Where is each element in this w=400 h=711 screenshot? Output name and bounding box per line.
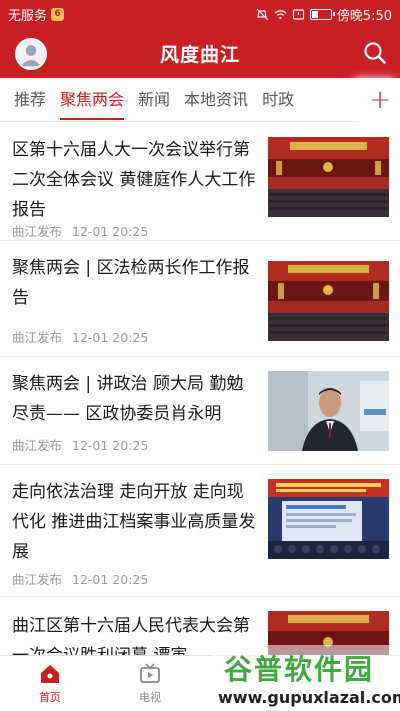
- tab-focus-two-sessions[interactable]: 聚焦两会: [60, 78, 125, 122]
- conference-hall-photo: [268, 137, 389, 217]
- news-time: 12-01 20:25: [72, 438, 149, 453]
- news-title: 区第十六届人大一次会议举行第二次全体会议 黄健庭作人大工作报告: [12, 140, 256, 220]
- tab-recommend[interactable]: 推荐: [14, 78, 46, 122]
- status-right: 傍晚5:50: [256, 5, 392, 24]
- news-item[interactable]: 聚焦两会 | 区法检两长作工作报告 曲江发布 12-01 20:25: [0, 241, 400, 357]
- status-bar: 无服务 6 傍晚5:50: [0, 0, 400, 28]
- bottom-nav: 首页 电视: [0, 655, 400, 711]
- news-title: 聚焦两会 | 讲政治 顾大局 勤勉尽责—— 区政协委员肖永明: [12, 374, 244, 424]
- news-title: 走向依法治理 走向开放 走向现代化 推进曲江档案事业高质量发展: [12, 482, 256, 562]
- tab-news[interactable]: 新闻: [138, 78, 170, 122]
- tab-politics[interactable]: 时政: [262, 78, 294, 122]
- status-left: 无服务 6: [8, 5, 65, 24]
- news-time: 12-01 20:25: [72, 224, 149, 239]
- news-source: 曲江发布: [12, 572, 63, 587]
- nav-home-label: 首页: [39, 691, 61, 704]
- news-meta: 曲江发布 12-01 20:25: [12, 327, 148, 346]
- battery-icon: [309, 8, 335, 20]
- conference-hall-photo: [268, 261, 389, 341]
- news-title: 聚焦两会 | 区法检两长作工作报告: [12, 258, 250, 308]
- tab-local-info[interactable]: 本地资讯: [184, 78, 248, 122]
- news-meta: 曲江发布 12-01 20:25: [12, 435, 148, 454]
- nav-home[interactable]: 首页: [0, 656, 100, 711]
- user-avatar-icon[interactable]: [15, 38, 47, 70]
- news-item[interactable]: 区第十六届人大一次会议举行第二次全体会议 黄健庭作人大工作报告 曲江发布 12-0…: [0, 123, 400, 241]
- news-item[interactable]: 曲江区第十六届人民代表大会第一次会议胜利闭幕 谭寅: [0, 597, 400, 655]
- news-item[interactable]: 聚焦两会 | 讲政治 顾大局 勤勉尽责—— 区政协委员肖永明 曲江发布 12-01…: [0, 357, 400, 465]
- news-source: 曲江发布: [12, 330, 63, 345]
- interview-portrait-photo: [268, 371, 389, 451]
- notification-badge-icon: 6: [51, 7, 65, 21]
- news-source: 曲江发布: [12, 438, 63, 453]
- mute-icon: [256, 8, 269, 20]
- conference-hall-photo: [268, 611, 389, 655]
- home-icon: [41, 665, 59, 683]
- carrier-label: 无服务: [8, 8, 48, 24]
- app-bar: 风度曲江: [0, 28, 400, 78]
- category-tabs: 推荐 聚焦两会 新闻 本地资讯 时政 +: [0, 78, 400, 122]
- news-list: 区第十六届人大一次会议举行第二次全体会议 黄健庭作人大工作报告 曲江发布 12-0…: [0, 123, 400, 655]
- tv-icon: [140, 663, 160, 683]
- app-title: 风度曲江: [159, 43, 240, 66]
- news-item[interactable]: 走向依法治理 走向开放 走向现代化 推进曲江档案事业高质量发展 曲江发布 12-0…: [0, 465, 400, 597]
- news-title: 曲江区第十六届人民代表大会第一次会议胜利闭幕 谭寅: [12, 616, 250, 655]
- alarm-icon: [292, 8, 304, 20]
- nav-tv[interactable]: 电视: [100, 656, 200, 711]
- add-tab-button[interactable]: +: [360, 78, 400, 122]
- news-time: 12-01 20:25: [72, 572, 149, 587]
- news-meta: 曲江发布 12-01 20:25: [12, 569, 148, 588]
- nav-tv-label: 电视: [139, 691, 161, 704]
- battery-fill: [311, 10, 318, 18]
- status-time: 傍晚5:50: [336, 8, 392, 24]
- news-time: 12-01 20:25: [72, 330, 149, 345]
- news-meta: 曲江发布 12-01 20:25: [12, 221, 148, 240]
- search-icon[interactable]: [362, 40, 388, 66]
- presentation-screen-photo: [268, 479, 389, 559]
- wifi-icon: [274, 9, 287, 19]
- news-source: 曲江发布: [12, 224, 63, 239]
